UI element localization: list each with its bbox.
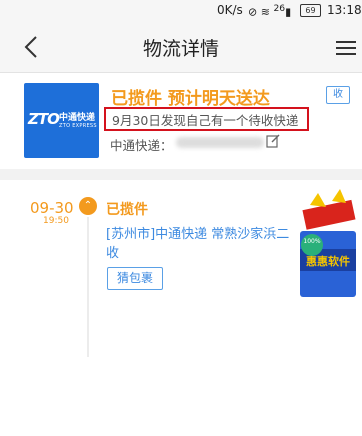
event-time: 19:50 — [43, 216, 69, 226]
chevron-up-icon: ⌃ — [79, 197, 97, 215]
courier-label: 中通快递： — [110, 138, 173, 153]
signal-icon: ⊘ ≋ 26▮ — [248, 3, 292, 19]
tracking-number-redacted — [176, 137, 264, 148]
section-divider — [0, 169, 362, 180]
nav-bar: 物流详情 — [0, 22, 362, 73]
event-title: 已揽件 — [106, 202, 148, 218]
delivery-status: 已揽件 预计明天送达 — [111, 89, 270, 109]
promo-label: 惠惠软件 — [306, 254, 350, 268]
guess-package-button[interactable]: 猜包裹 — [107, 267, 163, 290]
page-title: 物流详情 — [142, 38, 219, 60]
event-date: 09-30 — [30, 199, 74, 217]
collect-badge[interactable]: 收 — [326, 86, 350, 104]
more-icon[interactable] — [334, 38, 358, 58]
timeline-line — [87, 217, 89, 357]
edit-icon[interactable] — [266, 134, 280, 148]
event-detail[interactable]: [苏州市]中通快递 常熟沙家浜二收 — [106, 225, 302, 263]
zto-logo: ZTO 中通快递 ZTO EXPRESS — [24, 83, 99, 158]
gift-box-promo-icon[interactable]: 惠惠软件 100% — [288, 185, 362, 305]
network-speed: 0K/s — [217, 3, 243, 17]
promo-badge: 100% — [303, 238, 320, 245]
battery-icon: 69 — [300, 4, 321, 17]
package-note: 9月30日发现自己有一个待收快递 — [112, 113, 299, 128]
package-card: ZTO 中通快递 ZTO EXPRESS 已揽件 预计明天送达 收 9月30日发… — [0, 73, 362, 169]
clock: 13:18 — [327, 3, 362, 17]
status-bar: 0K/s ⊘ ≋ 26▮ 69 13:18 — [0, 0, 362, 22]
